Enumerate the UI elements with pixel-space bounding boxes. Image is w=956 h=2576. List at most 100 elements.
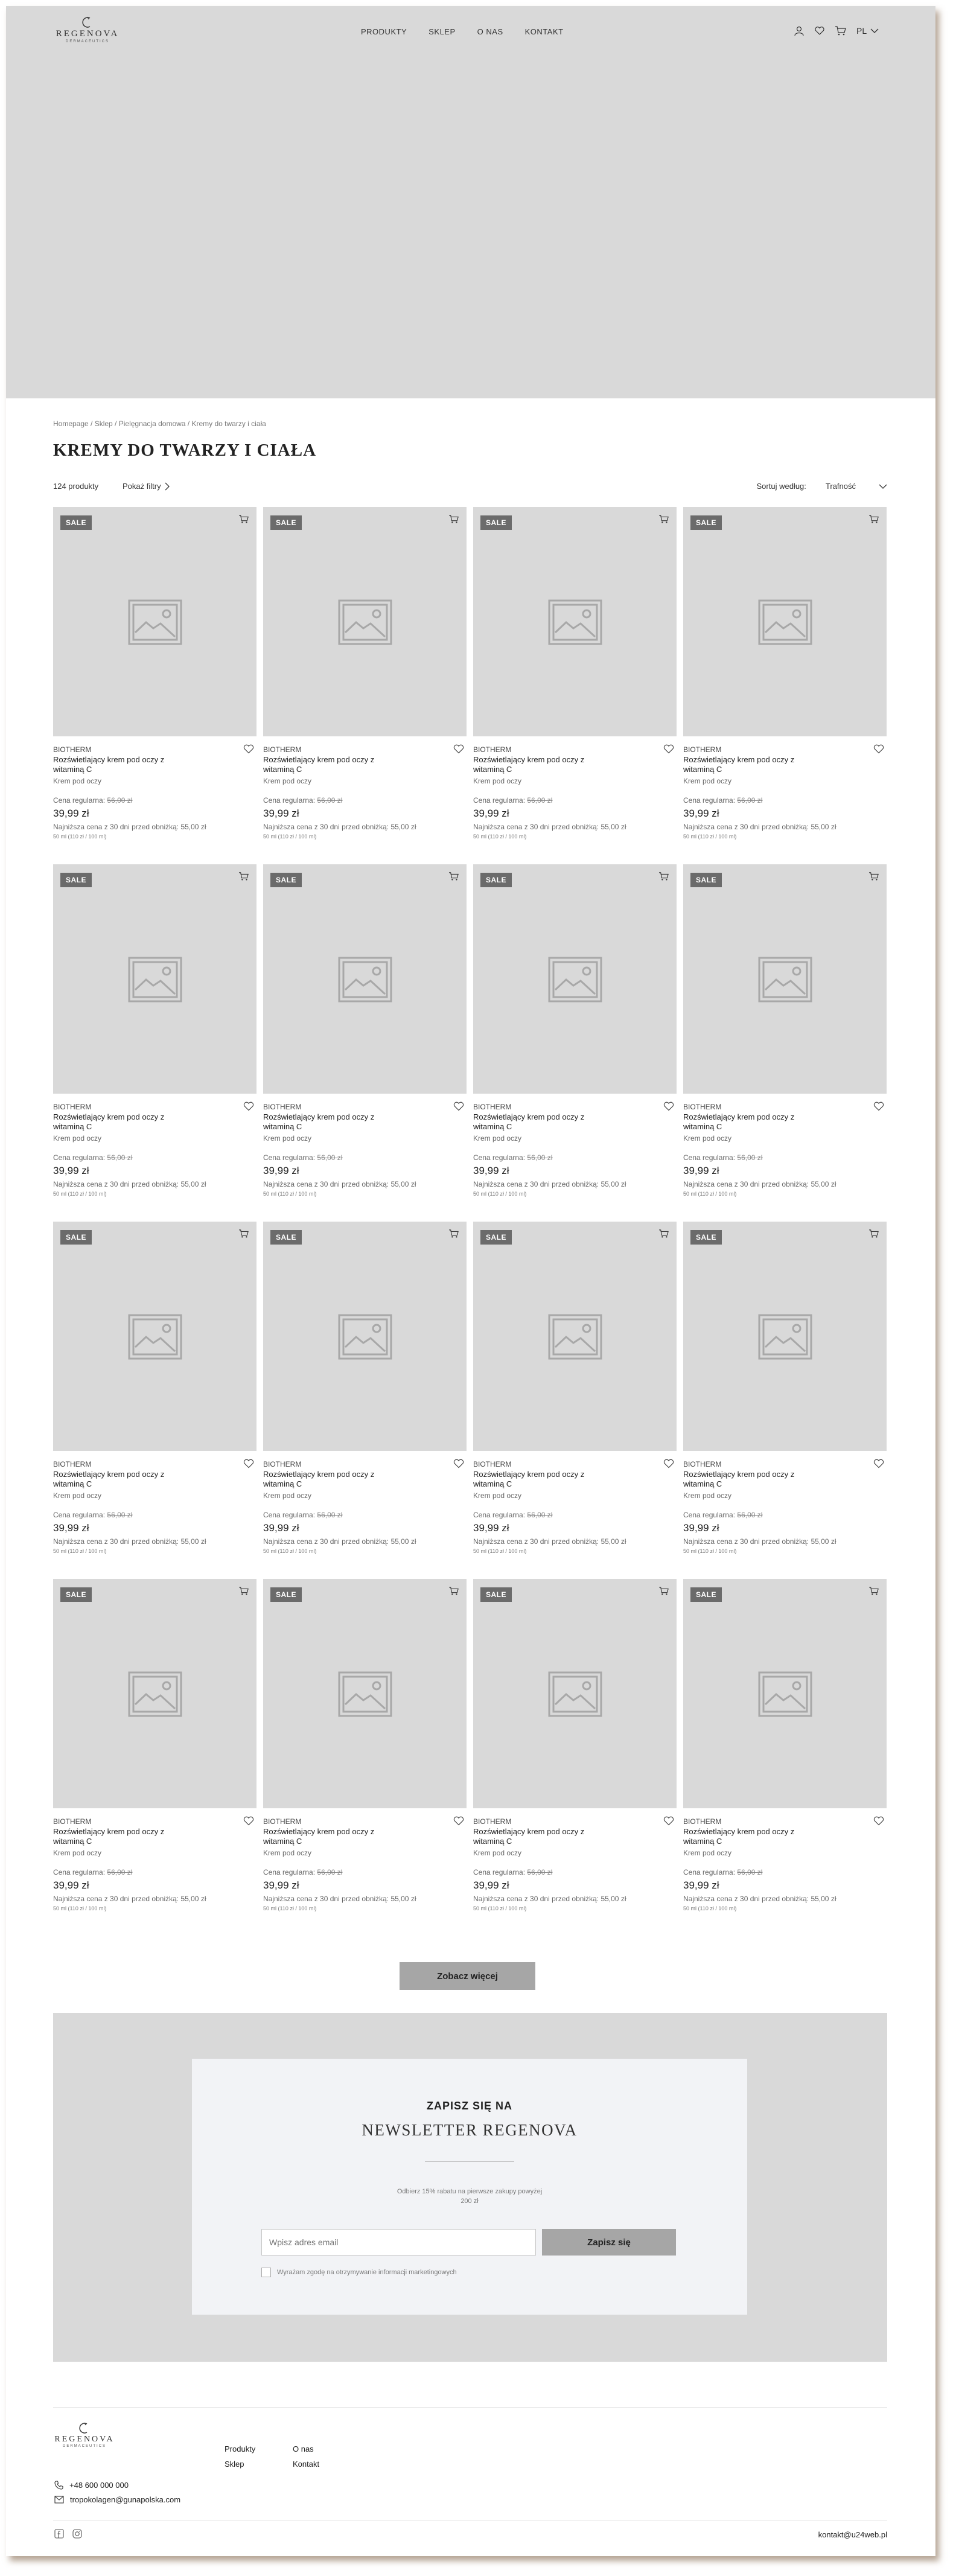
- footer-link-o-nas[interactable]: O nas: [293, 2444, 353, 2453]
- product-card[interactable]: SALE BIOTHERM Rozświetlający krem pod oc…: [53, 507, 257, 864]
- add-to-cart-icon[interactable]: [238, 872, 249, 881]
- add-to-cart-icon[interactable]: [448, 514, 459, 524]
- nav-item-produkty[interactable]: PRODUKTY: [361, 27, 407, 36]
- product-name[interactable]: Rozświetlający krem pod oczy z witaminą …: [473, 755, 588, 774]
- product-name[interactable]: Rozświetlający krem pod oczy z witaminą …: [53, 1470, 168, 1489]
- wishlist-heart-icon[interactable]: [663, 1101, 674, 1111]
- product-image[interactable]: SALE: [683, 1222, 887, 1451]
- footer-link-produkty[interactable]: Produkty: [225, 2444, 293, 2453]
- wishlist-heart-icon[interactable]: [873, 744, 884, 754]
- wishlist-heart-icon[interactable]: [243, 744, 254, 754]
- wishlist-heart-icon[interactable]: [663, 1816, 674, 1826]
- wishlist-heart-icon[interactable]: [453, 1459, 464, 1468]
- product-image[interactable]: SALE: [473, 1222, 677, 1451]
- add-to-cart-icon[interactable]: [658, 1586, 669, 1596]
- footer-link-kontakt[interactable]: Kontakt: [293, 2460, 353, 2469]
- product-card[interactable]: SALE BIOTHERM Rozświetlający krem pod oc…: [53, 864, 257, 1222]
- wishlist-heart-icon[interactable]: [243, 1101, 254, 1111]
- product-image[interactable]: SALE: [473, 864, 677, 1094]
- consent-checkbox[interactable]: [261, 2268, 271, 2277]
- load-more-button[interactable]: Zobacz więcej: [400, 1962, 535, 1990]
- footer-email[interactable]: tropokolagen@gunapolska.com: [54, 2495, 180, 2504]
- product-image[interactable]: SALE: [53, 1222, 257, 1451]
- nav-item-o-nas[interactable]: O NAS: [477, 27, 503, 36]
- product-name[interactable]: Rozświetlający krem pod oczy z witaminą …: [683, 1112, 798, 1132]
- wishlist-heart-icon[interactable]: [453, 1816, 464, 1826]
- add-to-cart-icon[interactable]: [238, 1586, 249, 1596]
- product-image[interactable]: SALE: [263, 507, 467, 736]
- add-to-cart-icon[interactable]: [868, 1229, 879, 1239]
- product-card[interactable]: SALE BIOTHERM Rozświetlający krem pod oc…: [263, 864, 467, 1222]
- logo[interactable]: REGENOVA DERMACEUTICS: [54, 16, 121, 43]
- product-card[interactable]: SALE BIOTHERM Rozświetlający krem pod oc…: [53, 1579, 257, 1936]
- product-card[interactable]: SALE BIOTHERM Rozświetlający krem pod oc…: [683, 1579, 887, 1936]
- product-name[interactable]: Rozświetlający krem pod oczy z witaminą …: [263, 1827, 378, 1846]
- product-card[interactable]: SALE BIOTHERM Rozświetlający krem pod oc…: [473, 1222, 677, 1579]
- product-name[interactable]: Rozświetlający krem pod oczy z witaminą …: [53, 755, 168, 774]
- wishlist-heart-icon[interactable]: [663, 744, 674, 754]
- facebook-icon[interactable]: [54, 2529, 64, 2539]
- add-to-cart-icon[interactable]: [868, 1586, 879, 1596]
- product-name[interactable]: Rozświetlający krem pod oczy z witaminą …: [53, 1112, 168, 1132]
- product-name[interactable]: Rozświetlający krem pod oczy z witaminą …: [53, 1827, 168, 1846]
- product-image[interactable]: SALE: [473, 507, 677, 736]
- product-image[interactable]: SALE: [263, 1579, 467, 1808]
- wishlist-heart-icon[interactable]: [873, 1101, 884, 1111]
- wishlist-heart-icon[interactable]: [873, 1816, 884, 1826]
- footer-credit[interactable]: kontakt@u24web.pl: [818, 2530, 887, 2539]
- nav-item-kontakt[interactable]: KONTAKT: [525, 27, 564, 36]
- product-card[interactable]: SALE BIOTHERM Rozświetlający krem pod oc…: [473, 864, 677, 1222]
- footer-logo[interactable]: REGENOVA DERMACEUTICS: [54, 2421, 115, 2448]
- heart-icon[interactable]: [814, 25, 825, 36]
- product-image[interactable]: SALE: [683, 1579, 887, 1808]
- product-name[interactable]: Rozświetlający krem pod oczy z witaminą …: [263, 755, 378, 774]
- add-to-cart-icon[interactable]: [658, 872, 669, 881]
- product-card[interactable]: SALE BIOTHERM Rozświetlający krem pod oc…: [473, 1579, 677, 1936]
- product-name[interactable]: Rozświetlający krem pod oczy z witaminą …: [473, 1470, 588, 1489]
- product-image[interactable]: SALE: [263, 1222, 467, 1451]
- add-to-cart-icon[interactable]: [448, 872, 459, 881]
- wishlist-heart-icon[interactable]: [243, 1459, 254, 1468]
- product-card[interactable]: SALE BIOTHERM Rozświetlający krem pod oc…: [263, 507, 467, 864]
- nav-item-sklep[interactable]: SKLEP: [429, 27, 455, 36]
- wishlist-heart-icon[interactable]: [243, 1816, 254, 1826]
- add-to-cart-icon[interactable]: [238, 514, 249, 524]
- product-name[interactable]: Rozświetlający krem pod oczy z witaminą …: [683, 755, 798, 774]
- instagram-icon[interactable]: [72, 2529, 82, 2539]
- product-image[interactable]: SALE: [683, 864, 887, 1094]
- product-image[interactable]: SALE: [473, 1579, 677, 1808]
- product-name[interactable]: Rozświetlający krem pod oczy z witaminą …: [473, 1112, 588, 1132]
- product-card[interactable]: SALE BIOTHERM Rozświetlający krem pod oc…: [683, 864, 887, 1222]
- wishlist-heart-icon[interactable]: [663, 1459, 674, 1468]
- user-icon[interactable]: [794, 25, 805, 36]
- cart-icon[interactable]: [835, 25, 847, 36]
- product-card[interactable]: SALE BIOTHERM Rozświetlający krem pod oc…: [263, 1222, 467, 1579]
- add-to-cart-icon[interactable]: [448, 1229, 459, 1239]
- product-name[interactable]: Rozświetlający krem pod oczy z witaminą …: [263, 1112, 378, 1132]
- language-selector[interactable]: PL: [856, 26, 879, 36]
- footer-link-sklep[interactable]: Sklep: [225, 2460, 293, 2469]
- footer-phone[interactable]: +48 600 000 000: [54, 2481, 180, 2490]
- wishlist-heart-icon[interactable]: [453, 744, 464, 754]
- product-image[interactable]: SALE: [53, 507, 257, 736]
- add-to-cart-icon[interactable]: [448, 1586, 459, 1596]
- wishlist-heart-icon[interactable]: [453, 1101, 464, 1111]
- product-image[interactable]: SALE: [53, 864, 257, 1094]
- product-name[interactable]: Rozświetlający krem pod oczy z witaminą …: [473, 1827, 588, 1846]
- product-name[interactable]: Rozświetlający krem pod oczy z witaminą …: [683, 1827, 798, 1846]
- product-card[interactable]: SALE BIOTHERM Rozświetlający krem pod oc…: [683, 507, 887, 864]
- email-field[interactable]: [261, 2229, 536, 2256]
- wishlist-heart-icon[interactable]: [873, 1459, 884, 1468]
- show-filters-button[interactable]: Pokaż filtry: [123, 482, 170, 491]
- product-image[interactable]: SALE: [53, 1579, 257, 1808]
- product-name[interactable]: Rozświetlający krem pod oczy z witaminą …: [263, 1470, 378, 1489]
- product-image[interactable]: SALE: [683, 507, 887, 736]
- product-card[interactable]: SALE BIOTHERM Rozświetlający krem pod oc…: [263, 1579, 467, 1936]
- add-to-cart-icon[interactable]: [868, 872, 879, 881]
- add-to-cart-icon[interactable]: [238, 1229, 249, 1239]
- product-image[interactable]: SALE: [263, 864, 467, 1094]
- add-to-cart-icon[interactable]: [868, 514, 879, 524]
- breadcrumb[interactable]: Homepage / Sklep / Pielęgnacja domowa / …: [53, 419, 266, 428]
- sort-control[interactable]: Sortuj według: Trafność: [757, 482, 887, 491]
- subscribe-button[interactable]: Zapisz się: [542, 2229, 676, 2256]
